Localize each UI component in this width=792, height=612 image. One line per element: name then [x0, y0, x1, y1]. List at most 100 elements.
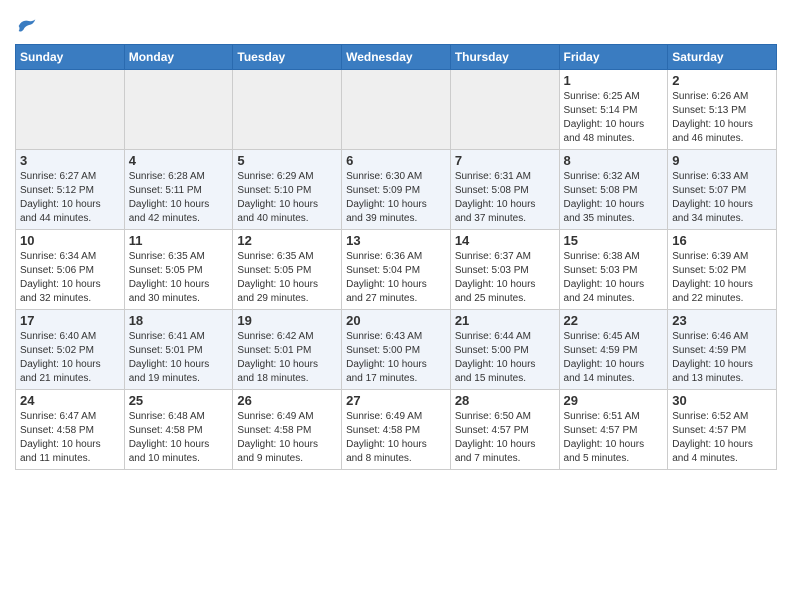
- day-info: Sunrise: 6:49 AM Sunset: 4:58 PM Dayligh…: [346, 410, 446, 466]
- weekday-header-wednesday: Wednesday: [342, 45, 451, 70]
- weekday-header-friday: Friday: [559, 45, 668, 70]
- calendar-day-cell: 17 Sunrise: 6:40 AM Sunset: 5:02 PM Dayli…: [16, 310, 125, 390]
- calendar-week-row-2: 3 Sunrise: 6:27 AM Sunset: 5:12 PM Daylig…: [16, 150, 777, 230]
- day-info: Sunrise: 6:50 AM Sunset: 4:57 PM Dayligh…: [455, 410, 555, 466]
- day-number: 24: [20, 393, 120, 408]
- calendar-week-row-3: 10Sunrise: 6:34 AM Sunset: 5:06 PM Dayli…: [16, 230, 777, 310]
- day-number: 20: [346, 313, 446, 328]
- day-number: 14: [455, 233, 555, 248]
- weekday-header-monday: Monday: [124, 45, 233, 70]
- calendar-day-cell: 6Sunrise: 6:30 AM Sunset: 5:09 PM Daylig…: [342, 150, 451, 230]
- day-number: 13: [346, 233, 446, 248]
- day-number: 5: [237, 153, 337, 168]
- calendar-day-cell: 5 Sunrise: 6:29 AM Sunset: 5:10 PM Daylig…: [233, 150, 342, 230]
- day-number: 1: [564, 73, 664, 88]
- day-number: 18: [129, 313, 229, 328]
- calendar-day-cell: 3 Sunrise: 6:27 AM Sunset: 5:12 PM Daylig…: [16, 150, 125, 230]
- day-number: 21: [455, 313, 555, 328]
- calendar-day-cell: 10Sunrise: 6:34 AM Sunset: 5:06 PM Dayli…: [16, 230, 125, 310]
- day-number: 28: [455, 393, 555, 408]
- day-info: Sunrise: 6:48 AM Sunset: 4:58 PM Dayligh…: [129, 410, 229, 466]
- weekday-header-sunday: Sunday: [16, 45, 125, 70]
- calendar-header-row: SundayMondayTuesdayWednesdayThursdayFrid…: [16, 45, 777, 70]
- calendar-day-cell: 23Sunrise: 6:46 AM Sunset: 4:59 PM Dayli…: [668, 310, 777, 390]
- day-info: Sunrise: 6:32 AM Sunset: 5:08 PM Dayligh…: [564, 170, 664, 226]
- calendar-day-cell: [124, 70, 233, 150]
- calendar-day-cell: 25 Sunrise: 6:48 AM Sunset: 4:58 PM Dayli…: [124, 390, 233, 470]
- day-info: Sunrise: 6:51 AM Sunset: 4:57 PM Dayligh…: [564, 410, 664, 466]
- day-number: 25: [129, 393, 229, 408]
- day-info: Sunrise: 6:35 AM Sunset: 5:05 PM Dayligh…: [237, 250, 337, 306]
- weekday-header-saturday: Saturday: [668, 45, 777, 70]
- day-info: Sunrise: 6:45 AM Sunset: 4:59 PM Dayligh…: [564, 330, 664, 386]
- calendar-day-cell: 27Sunrise: 6:49 AM Sunset: 4:58 PM Dayli…: [342, 390, 451, 470]
- calendar-day-cell: 19 Sunrise: 6:42 AM Sunset: 5:01 PM Dayli…: [233, 310, 342, 390]
- calendar-day-cell: 22 Sunrise: 6:45 AM Sunset: 4:59 PM Dayli…: [559, 310, 668, 390]
- calendar-day-cell: [233, 70, 342, 150]
- day-info: Sunrise: 6:30 AM Sunset: 5:09 PM Dayligh…: [346, 170, 446, 226]
- day-number: 10: [20, 233, 120, 248]
- day-number: 26: [237, 393, 337, 408]
- day-info: Sunrise: 6:47 AM Sunset: 4:58 PM Dayligh…: [20, 410, 120, 466]
- day-number: 15: [564, 233, 664, 248]
- day-info: Sunrise: 6:52 AM Sunset: 4:57 PM Dayligh…: [672, 410, 772, 466]
- day-info: Sunrise: 6:42 AM Sunset: 5:01 PM Dayligh…: [237, 330, 337, 386]
- calendar-day-cell: 24 Sunrise: 6:47 AM Sunset: 4:58 PM Dayli…: [16, 390, 125, 470]
- calendar-day-cell: 7 Sunrise: 6:31 AM Sunset: 5:08 PM Daylig…: [450, 150, 559, 230]
- day-number: 30: [672, 393, 772, 408]
- day-info: Sunrise: 6:29 AM Sunset: 5:10 PM Dayligh…: [237, 170, 337, 226]
- day-number: 19: [237, 313, 337, 328]
- day-info: Sunrise: 6:31 AM Sunset: 5:08 PM Dayligh…: [455, 170, 555, 226]
- calendar-day-cell: 2 Sunrise: 6:26 AM Sunset: 5:13 PM Daylig…: [668, 70, 777, 150]
- calendar-day-cell: 1 Sunrise: 6:25 AM Sunset: 5:14 PM Daylig…: [559, 70, 668, 150]
- page: SundayMondayTuesdayWednesdayThursdayFrid…: [0, 0, 792, 485]
- weekday-header-tuesday: Tuesday: [233, 45, 342, 70]
- day-info: Sunrise: 6:27 AM Sunset: 5:12 PM Dayligh…: [20, 170, 120, 226]
- calendar-week-row-1: 1 Sunrise: 6:25 AM Sunset: 5:14 PM Daylig…: [16, 70, 777, 150]
- calendar-day-cell: 15Sunrise: 6:38 AM Sunset: 5:03 PM Dayli…: [559, 230, 668, 310]
- day-info: Sunrise: 6:36 AM Sunset: 5:04 PM Dayligh…: [346, 250, 446, 306]
- day-info: Sunrise: 6:43 AM Sunset: 5:00 PM Dayligh…: [346, 330, 446, 386]
- calendar-day-cell: 26 Sunrise: 6:49 AM Sunset: 4:58 PM Dayli…: [233, 390, 342, 470]
- day-number: 2: [672, 73, 772, 88]
- calendar-day-cell: [450, 70, 559, 150]
- day-number: 16: [672, 233, 772, 248]
- day-info: Sunrise: 6:26 AM Sunset: 5:13 PM Dayligh…: [672, 90, 772, 146]
- calendar-day-cell: 28 Sunrise: 6:50 AM Sunset: 4:57 PM Dayli…: [450, 390, 559, 470]
- calendar-week-row-4: 17 Sunrise: 6:40 AM Sunset: 5:02 PM Dayli…: [16, 310, 777, 390]
- header: [15, 10, 777, 36]
- calendar: SundayMondayTuesdayWednesdayThursdayFrid…: [15, 44, 777, 470]
- calendar-day-cell: 12 Sunrise: 6:35 AM Sunset: 5:05 PM Dayli…: [233, 230, 342, 310]
- day-number: 23: [672, 313, 772, 328]
- calendar-day-cell: 16 Sunrise: 6:39 AM Sunset: 5:02 PM Dayli…: [668, 230, 777, 310]
- day-number: 8: [564, 153, 664, 168]
- day-number: 29: [564, 393, 664, 408]
- day-info: Sunrise: 6:33 AM Sunset: 5:07 PM Dayligh…: [672, 170, 772, 226]
- day-info: Sunrise: 6:28 AM Sunset: 5:11 PM Dayligh…: [129, 170, 229, 226]
- day-info: Sunrise: 6:39 AM Sunset: 5:02 PM Dayligh…: [672, 250, 772, 306]
- calendar-day-cell: 8 Sunrise: 6:32 AM Sunset: 5:08 PM Daylig…: [559, 150, 668, 230]
- calendar-day-cell: 14Sunrise: 6:37 AM Sunset: 5:03 PM Dayli…: [450, 230, 559, 310]
- calendar-day-cell: 21 Sunrise: 6:44 AM Sunset: 5:00 PM Dayli…: [450, 310, 559, 390]
- logo: [15, 16, 37, 36]
- day-info: Sunrise: 6:44 AM Sunset: 5:00 PM Dayligh…: [455, 330, 555, 386]
- calendar-day-cell: 18Sunrise: 6:41 AM Sunset: 5:01 PM Dayli…: [124, 310, 233, 390]
- weekday-header-thursday: Thursday: [450, 45, 559, 70]
- day-info: Sunrise: 6:25 AM Sunset: 5:14 PM Dayligh…: [564, 90, 664, 146]
- day-info: Sunrise: 6:49 AM Sunset: 4:58 PM Dayligh…: [237, 410, 337, 466]
- day-number: 11: [129, 233, 229, 248]
- calendar-day-cell: 11 Sunrise: 6:35 AM Sunset: 5:05 PM Dayli…: [124, 230, 233, 310]
- calendar-week-row-5: 24 Sunrise: 6:47 AM Sunset: 4:58 PM Dayli…: [16, 390, 777, 470]
- day-info: Sunrise: 6:35 AM Sunset: 5:05 PM Dayligh…: [129, 250, 229, 306]
- day-number: 7: [455, 153, 555, 168]
- day-info: Sunrise: 6:40 AM Sunset: 5:02 PM Dayligh…: [20, 330, 120, 386]
- calendar-day-cell: [16, 70, 125, 150]
- calendar-day-cell: [342, 70, 451, 150]
- calendar-day-cell: 30 Sunrise: 6:52 AM Sunset: 4:57 PM Dayli…: [668, 390, 777, 470]
- day-number: 12: [237, 233, 337, 248]
- calendar-day-cell: 20 Sunrise: 6:43 AM Sunset: 5:00 PM Dayli…: [342, 310, 451, 390]
- day-number: 17: [20, 313, 120, 328]
- day-number: 22: [564, 313, 664, 328]
- day-number: 3: [20, 153, 120, 168]
- calendar-day-cell: 13 Sunrise: 6:36 AM Sunset: 5:04 PM Dayli…: [342, 230, 451, 310]
